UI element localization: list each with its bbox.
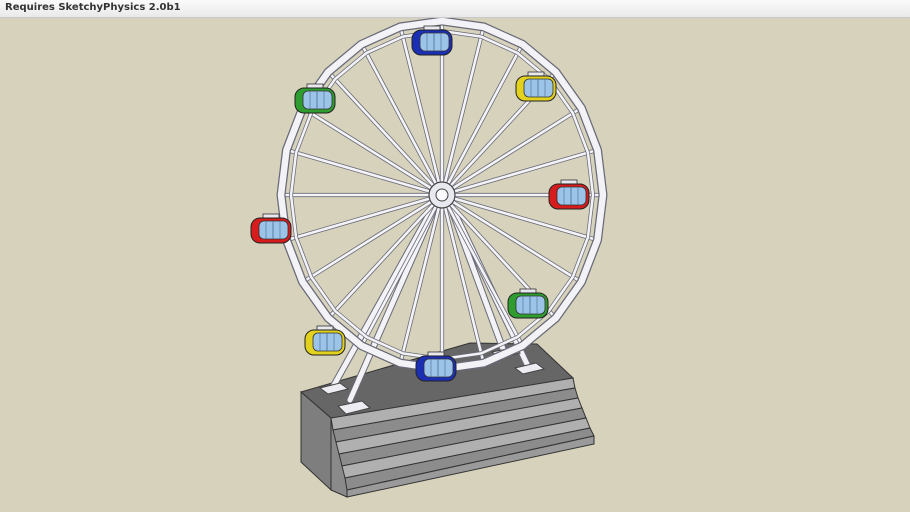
title-bar: Requires SketchyPhysics 2.0b1	[0, 0, 910, 18]
gondola	[515, 71, 557, 102]
gondola	[548, 179, 590, 210]
gondola	[415, 351, 457, 382]
gondola	[304, 325, 346, 356]
window-title: Requires SketchyPhysics 2.0b1	[5, 2, 181, 13]
gondola	[411, 25, 453, 56]
ferris-wheel-scene	[250, 18, 608, 498]
wheel-axle	[435, 188, 449, 202]
gondola	[507, 288, 549, 319]
gondola	[250, 213, 292, 244]
gondola	[294, 83, 336, 114]
model-viewport[interactable]	[0, 18, 910, 512]
